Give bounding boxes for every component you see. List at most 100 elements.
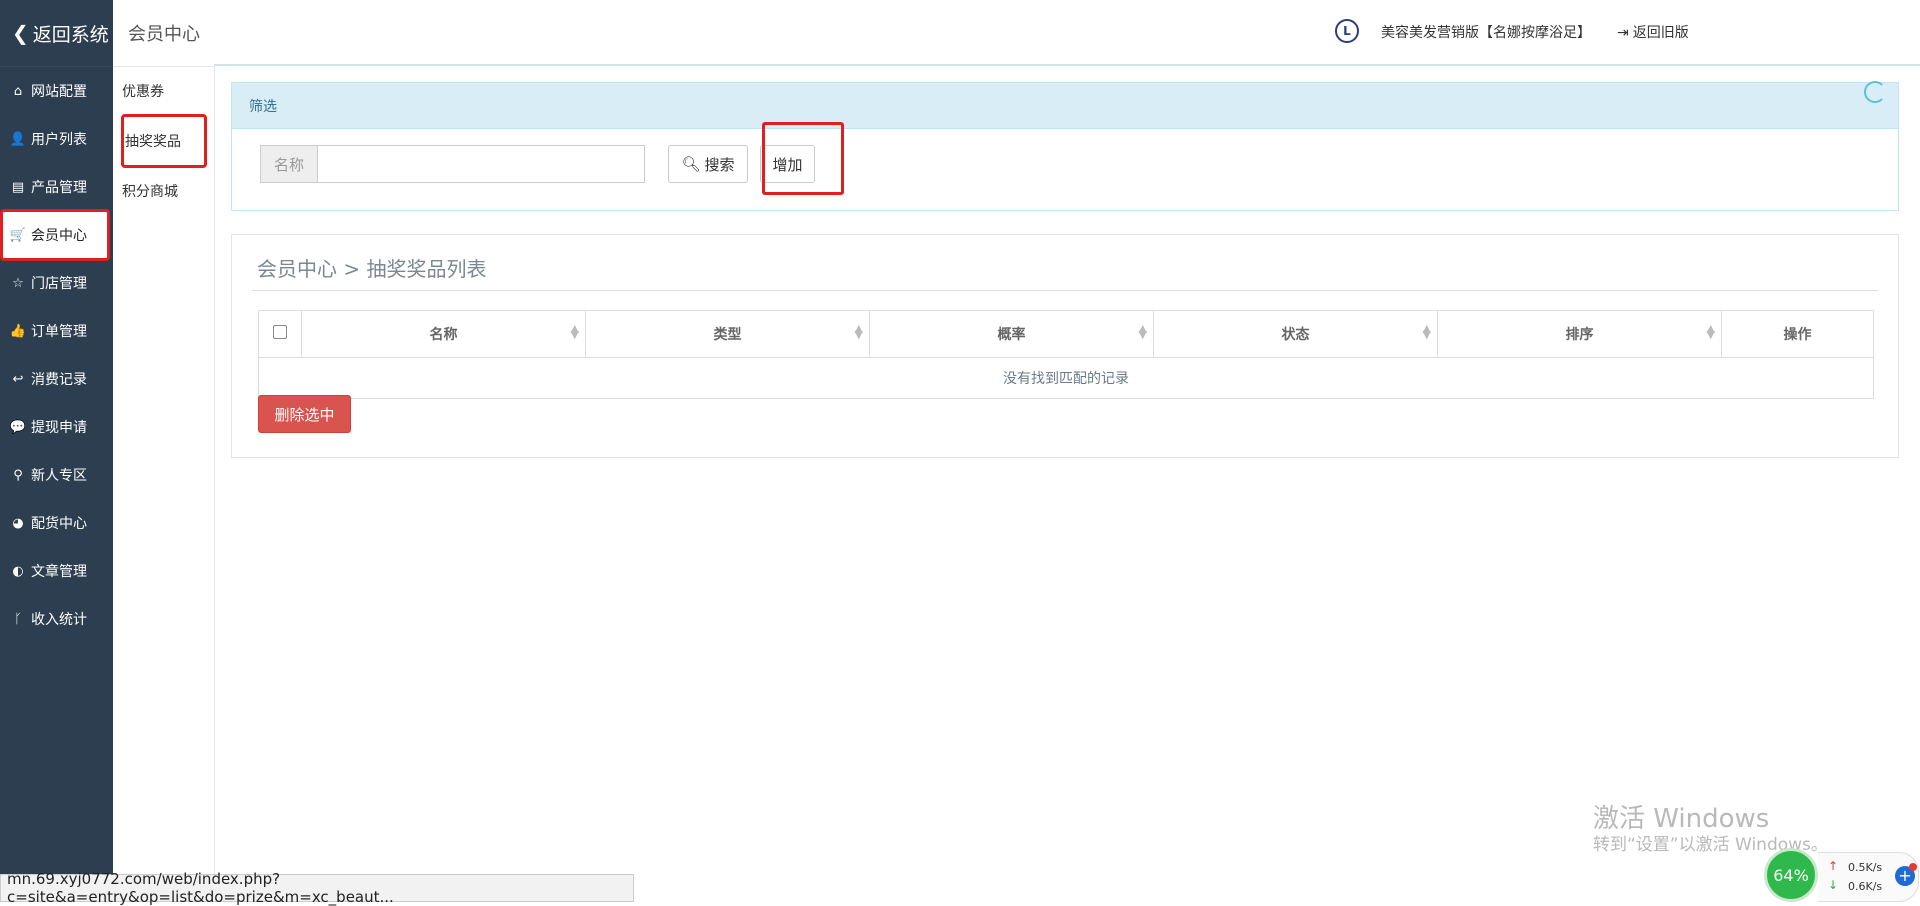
filter-title: 筛选 bbox=[249, 98, 277, 115]
column-header-probability[interactable]: 概率 ▲ ▼ bbox=[869, 310, 1154, 358]
sidebar-item-label: 会员中心 bbox=[31, 228, 87, 244]
clock-logo-icon: L bbox=[1335, 19, 1359, 43]
empty-message: 没有找到匹配的记录 bbox=[258, 357, 1874, 399]
sidebar-item-2[interactable]: ▤ 产品管理 bbox=[0, 163, 113, 211]
select-all-checkbox[interactable] bbox=[273, 325, 287, 339]
sidebar-item-6[interactable]: ↩ 消费记录 bbox=[0, 355, 113, 403]
subnav-item-label: 抽奖奖品 bbox=[125, 134, 181, 150]
pie-chart-icon: ◕ bbox=[12, 515, 24, 531]
chevron-left-icon: ❮ bbox=[12, 21, 29, 45]
sort-icon: ▲ ▼ bbox=[1422, 322, 1431, 341]
name-label: 名称 bbox=[260, 145, 317, 183]
sidebar-item-7[interactable]: 💬 提现申请 bbox=[0, 403, 113, 451]
sidebar-item-label: 消费记录 bbox=[31, 372, 87, 388]
column-header-label: 状态 bbox=[1281, 327, 1310, 343]
download-speed: 0.6K/s bbox=[1848, 880, 1883, 893]
search-icon: 🔍︎ bbox=[681, 155, 701, 173]
sidebar-item-4[interactable]: ☆ 门店管理 bbox=[0, 259, 113, 307]
sidebar-item-0[interactable]: ⌂ 网站配置 bbox=[0, 67, 113, 115]
subnav-item-label: 积分商城 bbox=[122, 184, 178, 200]
sidebar-item-1[interactable]: 👤 用户列表 bbox=[0, 115, 113, 163]
sidebar-item-label: 提现申请 bbox=[31, 420, 87, 436]
return-old-version-link[interactable]: ⇥ 返回旧版 bbox=[1617, 22, 1689, 42]
back-to-system-label: 返回系统 bbox=[32, 23, 109, 46]
table-header-row: 名称 ▲ ▼ 类型 ▲ ▼ 概率 ▲ ▼ 状态 ▲ ▼ 排序 ▲ ▼ 操作 bbox=[258, 310, 1874, 358]
column-header-type[interactable]: 类型 ▲ ▼ bbox=[585, 310, 870, 358]
sidebar-item-8[interactable]: ⚲ 新人专区 bbox=[0, 451, 113, 499]
column-header-label: 操作 bbox=[1783, 327, 1812, 343]
reply-icon: ↩ bbox=[12, 371, 24, 387]
sidebar-item-11[interactable]: ᚴ 收入统计 bbox=[0, 595, 113, 643]
home-icon: ⌂ bbox=[13, 83, 23, 99]
browser-status-url: mn.69.xyj0772.com/web/index.php?c=site&a… bbox=[0, 870, 634, 906]
empty-row: 没有找到匹配的记录 bbox=[258, 357, 1874, 399]
column-header-status[interactable]: 状态 ▲ ▼ bbox=[1153, 310, 1438, 358]
subnav-item-points-mall[interactable]: 积分商城 bbox=[113, 167, 214, 215]
column-header-label: 类型 bbox=[713, 327, 742, 343]
add-button[interactable]: 增加 bbox=[760, 145, 815, 183]
sidebar-item-label: 门店管理 bbox=[31, 276, 87, 292]
sidebar-item-10[interactable]: ◐ 文章管理 bbox=[0, 547, 113, 595]
notification-dot bbox=[1909, 863, 1917, 871]
server-icon: ▤ bbox=[11, 179, 25, 195]
search-button[interactable]: 🔍︎ 搜索 bbox=[668, 145, 748, 183]
sort-icon: ▲ ▼ bbox=[1706, 322, 1715, 341]
column-header-label: 概率 bbox=[997, 327, 1026, 343]
column-header-label: 排序 bbox=[1565, 327, 1594, 343]
subnav-title: 会员中心 bbox=[113, 0, 214, 67]
upload-speed: 0.5K/s bbox=[1848, 861, 1883, 874]
map-pin-icon: ⚲ bbox=[13, 467, 23, 483]
column-header-actions: 操作 bbox=[1721, 310, 1874, 358]
sub-sidebar: 会员中心 优惠券 抽奖奖品 积分商城 bbox=[113, 0, 215, 874]
subnav-item-label: 优惠券 bbox=[122, 84, 164, 100]
sidebar-item-label: 产品管理 bbox=[31, 180, 87, 196]
sidebar-item-9[interactable]: ◕ 配货中心 bbox=[0, 499, 113, 547]
download-arrow-icon: ↓ bbox=[1828, 878, 1839, 892]
loading-spinner-icon bbox=[1864, 81, 1886, 103]
filter-panel-heading: 筛选 bbox=[232, 83, 1898, 129]
thumbs-up-icon: 👍 bbox=[9, 323, 27, 339]
cart-icon: 🛒 bbox=[9, 227, 27, 243]
sidebar-item-label: 网站配置 bbox=[31, 84, 87, 100]
list-title: 会员中心 > 抽奖奖品列表 bbox=[257, 257, 487, 281]
column-header-label: 名称 bbox=[429, 327, 458, 343]
sign-out-icon: ⇥ bbox=[1617, 25, 1629, 41]
add-label: 增加 bbox=[772, 155, 803, 174]
plus-icon[interactable]: + bbox=[1895, 863, 1917, 886]
filter-panel: 筛选 名称 🔍︎ 搜索 增加 bbox=[231, 81, 1899, 211]
sidebar-item-label: 订单管理 bbox=[31, 324, 87, 340]
wechat-icon: 💬 bbox=[9, 419, 27, 435]
adjust-icon: ◐ bbox=[12, 563, 24, 579]
list-panel: 会员中心 > 抽奖奖品列表 名称 ▲ ▼ 类型 ▲ ▼ 概率 ▲ ▼ 状态 ▲ ▼ 排序 ▲ ▼ 操… bbox=[231, 234, 1899, 458]
list-divider bbox=[252, 290, 1878, 291]
sort-icon: ▲ ▼ bbox=[570, 322, 579, 341]
sidebar-item-label: 新人专区 bbox=[31, 468, 87, 484]
column-header-name[interactable]: 名称 ▲ ▼ bbox=[301, 310, 586, 358]
column-header-sort-order[interactable]: 排序 ▲ ▼ bbox=[1437, 310, 1722, 358]
memory-gauge[interactable]: 64% bbox=[1764, 848, 1818, 902]
star-icon: ☆ bbox=[12, 275, 24, 291]
main-sidebar: ❮ 返回系统 ⌂ 网站配置 👤 用户列表 ▤ 产品管理 🛒 会员中心 ☆ 门店管理 👍 订单管理 ↩ 消费… bbox=[0, 0, 113, 874]
subnav-item-coupons[interactable]: 优惠券 bbox=[113, 67, 214, 115]
name-input-group: 名称 bbox=[260, 145, 645, 183]
return-old-label: 返回旧版 bbox=[1632, 25, 1689, 41]
sidebar-item-label: 配货中心 bbox=[31, 516, 87, 532]
search-label: 搜索 bbox=[704, 155, 735, 174]
sort-icon: ▲ ▼ bbox=[854, 322, 863, 341]
delete-selected-button[interactable]: 删除选中 bbox=[258, 395, 351, 433]
network-speed-panel: ↑ 0.5K/s ↓ 0.6K/s + bbox=[1818, 852, 1919, 902]
sidebar-item-label: 用户列表 bbox=[31, 132, 87, 148]
sidebar-item-5[interactable]: 👍 订单管理 bbox=[0, 307, 113, 355]
upload-arrow-icon: ↑ bbox=[1828, 859, 1839, 873]
name-input[interactable] bbox=[317, 145, 645, 183]
select-all-header bbox=[258, 310, 302, 358]
user-icon: 👤 bbox=[9, 131, 27, 147]
sort-icon: ▲ ▼ bbox=[1138, 322, 1147, 341]
subnav-item-lottery-prizes[interactable]: 抽奖奖品 bbox=[121, 114, 207, 168]
sidebar-item-label: 文章管理 bbox=[31, 564, 87, 580]
branch-icon: ᚴ bbox=[14, 611, 22, 627]
sidebar-item-label: 收入统计 bbox=[31, 612, 87, 628]
back-to-system-button[interactable]: ❮ 返回系统 bbox=[0, 0, 113, 67]
sidebar-item-3[interactable]: 🛒 会员中心 bbox=[0, 209, 110, 261]
delete-selected-label: 删除选中 bbox=[274, 405, 335, 424]
